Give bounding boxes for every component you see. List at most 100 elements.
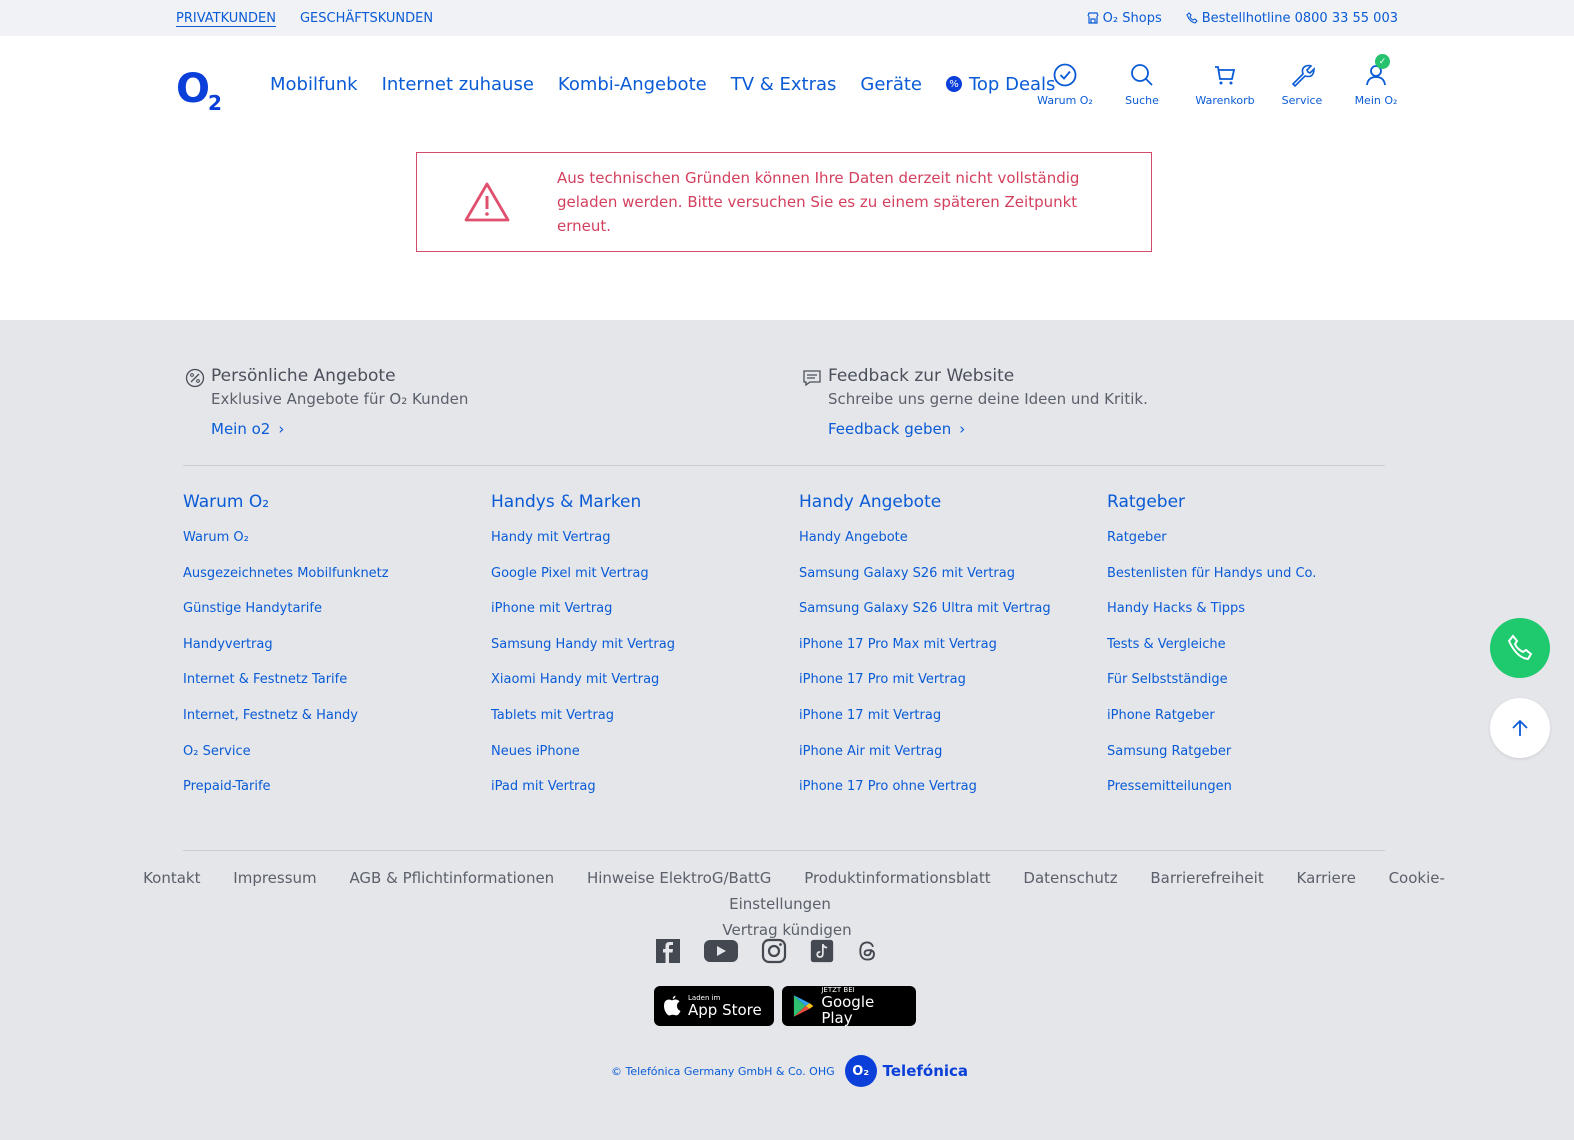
percent-icon: %: [945, 76, 962, 92]
google-play-icon: [793, 995, 814, 1017]
social-links: [654, 937, 880, 969]
nav-mobilfunk[interactable]: Mobilfunk: [270, 74, 358, 95]
legal-link-produktinfo[interactable]: Produktinformationsblatt: [804, 869, 990, 887]
facebook-link[interactable]: [654, 937, 682, 969]
promo-title: Persönliche Angebote: [211, 366, 396, 386]
instagram-icon: [761, 938, 787, 964]
footer-link[interactable]: Samsung Galaxy S26 Ultra mit Vertrag: [799, 597, 1107, 633]
footer-link[interactable]: Handy Angebote: [799, 526, 1107, 562]
footer-link[interactable]: Samsung Galaxy S26 mit Vertrag: [799, 562, 1107, 598]
youtube-link[interactable]: [704, 937, 738, 969]
legal-link-datenschutz[interactable]: Datenschutz: [1023, 869, 1117, 887]
logo-letter: O: [176, 66, 211, 112]
legal-link-karriere[interactable]: Karriere: [1297, 869, 1356, 887]
shops-link[interactable]: O₂ Shops: [1087, 11, 1162, 26]
search-button[interactable]: Suche: [1116, 62, 1168, 107]
mein-o2-button[interactable]: ✓ Mein O₂: [1354, 54, 1398, 107]
footer-link[interactable]: Bestenlisten für Handys und Co.: [1107, 562, 1415, 598]
footer-link[interactable]: Pressemitteilungen: [1107, 775, 1415, 811]
footer-link[interactable]: Internet, Festnetz & Handy: [183, 704, 491, 740]
mein-o2-link-label: Mein o2: [211, 420, 271, 438]
cart-label: Warenkorb: [1195, 94, 1255, 107]
google-play-label: Google Play: [821, 993, 875, 1027]
segment-privatkunden[interactable]: PRIVATKUNDEN: [176, 11, 276, 26]
legal-link-kontakt[interactable]: Kontakt: [143, 869, 200, 887]
footer-column-warum-o2: Warum O₂ Warum O₂ Ausgezeichnetes Mobilf…: [183, 492, 491, 811]
legal-link-agb[interactable]: AGB & Pflichtinformationen: [349, 869, 554, 887]
footer-link[interactable]: Ratgeber: [1107, 526, 1415, 562]
threads-link[interactable]: [856, 937, 880, 969]
promo-personal-offers: Persönliche Angebote Exklusive Angebote …: [185, 366, 468, 438]
legal-link-impressum[interactable]: Impressum: [233, 869, 316, 887]
chevron-right-icon: ›: [959, 420, 966, 438]
legal-link-barrierefreiheit[interactable]: Barrierefreiheit: [1150, 869, 1263, 887]
footer-link[interactable]: Handyvertrag: [183, 633, 491, 669]
footer-link[interactable]: Handy mit Vertrag: [491, 526, 799, 562]
divider: [183, 850, 1385, 851]
app-store-button[interactable]: Laden im App Store: [654, 986, 774, 1026]
o2-logo[interactable]: O2: [176, 59, 224, 113]
footer-link[interactable]: Günstige Handytarife: [183, 597, 491, 633]
tiktok-icon: [810, 939, 834, 963]
footer-link[interactable]: Neues iPhone: [491, 740, 799, 776]
footer-link[interactable]: Internet & Festnetz Tarife: [183, 668, 491, 704]
service-button[interactable]: Service: [1276, 62, 1328, 107]
app-store-badges: Laden im App Store JETZT BEI Google Play: [654, 986, 916, 1026]
footer-link[interactable]: O₂ Service: [183, 740, 491, 776]
footer-link[interactable]: iPad mit Vertrag: [491, 775, 799, 811]
footer-link[interactable]: Ausgezeichnetes Mobilfunknetz: [183, 562, 491, 598]
store-icon: [1087, 12, 1099, 24]
chevron-right-icon: ›: [278, 420, 285, 438]
instagram-link[interactable]: [760, 937, 788, 969]
footer-link[interactable]: iPhone mit Vertrag: [491, 597, 799, 633]
footer-link[interactable]: iPhone Ratgeber: [1107, 704, 1415, 740]
feedback-link[interactable]: Feedback geben ›: [828, 420, 1148, 438]
footer-link[interactable]: Prepaid-Tarife: [183, 775, 491, 811]
nav-geraete[interactable]: Geräte: [860, 74, 922, 95]
hotline-label: Bestellhotline 0800 33 55 003: [1201, 10, 1398, 26]
top-bar: PRIVATKUNDEN GESCHÄFTSKUNDEN O₂ Shops Be…: [0, 0, 1574, 36]
phone-icon: [1507, 634, 1533, 661]
promo-title: Feedback zur Website: [828, 366, 1015, 386]
nav-tv-extras[interactable]: TV & Extras: [731, 74, 837, 95]
cart-button[interactable]: Warenkorb: [1194, 62, 1256, 107]
footer-link[interactable]: Samsung Ratgeber: [1107, 740, 1415, 776]
scroll-to-top-button[interactable]: [1490, 698, 1550, 758]
footer-link[interactable]: Tablets mit Vertrag: [491, 704, 799, 740]
error-alert: Aus technischen Gründen können Ihre Date…: [416, 152, 1152, 252]
footer-link[interactable]: Für Selbstständige: [1107, 668, 1415, 704]
segment-geschaeftskunden[interactable]: GESCHÄFTSKUNDEN: [300, 11, 433, 26]
o2-small-logo: O₂: [844, 1055, 877, 1087]
footer-link[interactable]: Xiaomi Handy mit Vertrag: [491, 668, 799, 704]
footer-link[interactable]: iPhone Air mit Vertrag: [799, 740, 1107, 776]
telefonica-logo: O₂ Telefónica: [844, 1055, 968, 1087]
footer-link[interactable]: Warum O₂: [183, 526, 491, 562]
nav-kombi-angebote[interactable]: Kombi-Angebote: [558, 74, 707, 95]
logged-in-check-icon: ✓: [1375, 54, 1390, 69]
footer: Persönliche Angebote Exklusive Angebote …: [0, 320, 1574, 1140]
cart-icon: [1215, 66, 1236, 85]
mein-o2-label: Mein O₂: [1354, 94, 1398, 107]
check-circle-icon: [1053, 63, 1077, 87]
footer-link[interactable]: iPhone 17 mit Vertrag: [799, 704, 1107, 740]
footer-link[interactable]: Tests & Vergleiche: [1107, 633, 1415, 669]
hotline-link[interactable]: Bestellhotline 0800 33 55 003: [1186, 11, 1398, 26]
warum-o2-button[interactable]: Warum O₂: [1030, 62, 1100, 107]
phone-icon: [1186, 12, 1198, 24]
footer-link[interactable]: iPhone 17 Pro ohne Vertrag: [799, 775, 1107, 811]
nav-internet-zuhause[interactable]: Internet zuhause: [382, 74, 534, 95]
legal-link-elektrog[interactable]: Hinweise ElektroG/BattG: [587, 869, 771, 887]
call-button[interactable]: [1490, 618, 1550, 678]
legal-links: Kontakt Impressum AGB & Pflichtinformati…: [100, 865, 1474, 943]
footer-link-columns: Warum O₂ Warum O₂ Ausgezeichnetes Mobilf…: [183, 492, 1415, 811]
footer-link[interactable]: iPhone 17 Pro mit Vertrag: [799, 668, 1107, 704]
footer-column-handy-angebote: Handy Angebote Handy Angebote Samsung Ga…: [799, 492, 1107, 811]
mein-o2-link[interactable]: Mein o2 ›: [211, 420, 468, 438]
tiktok-link[interactable]: [810, 937, 834, 969]
footer-link[interactable]: Samsung Handy mit Vertrag: [491, 633, 799, 669]
promo-feedback: Feedback zur Website Schreibe uns gerne …: [802, 366, 1148, 438]
footer-link[interactable]: iPhone 17 Pro Max mit Vertrag: [799, 633, 1107, 669]
footer-link[interactable]: Handy Hacks & Tipps: [1107, 597, 1415, 633]
google-play-button[interactable]: JETZT BEI Google Play: [782, 986, 916, 1026]
footer-link[interactable]: Google Pixel mit Vertrag: [491, 562, 799, 598]
